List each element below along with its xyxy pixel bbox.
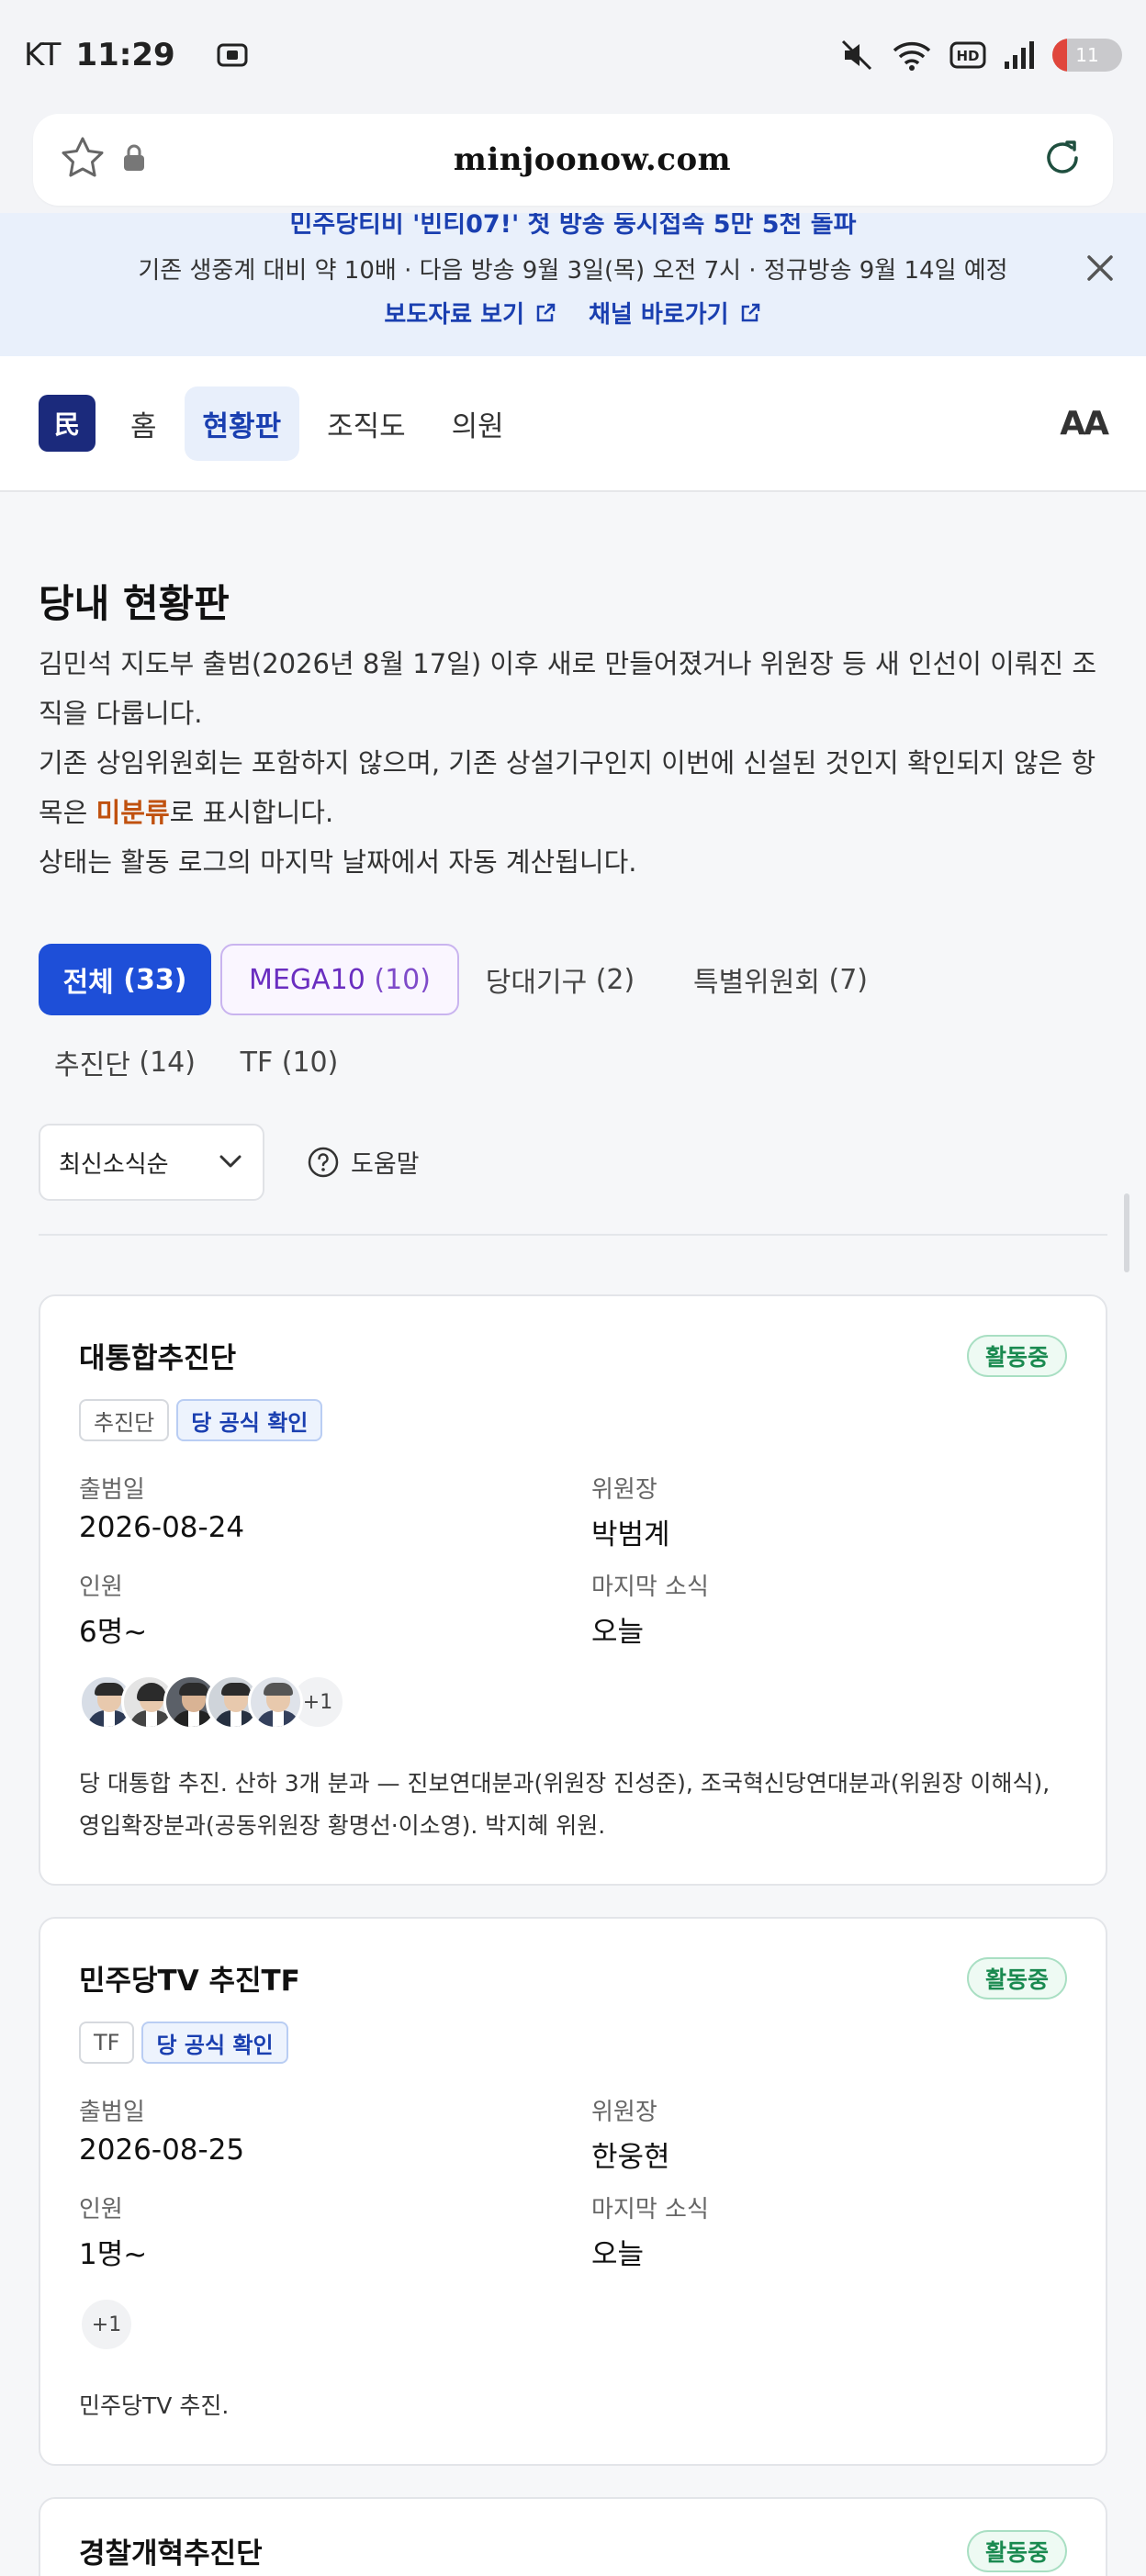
- member-avatars: +1: [79, 2297, 134, 2352]
- chair-value: 박범계: [591, 1518, 670, 1551]
- last-news-value: 오늘: [591, 1616, 645, 1649]
- carrier-label: KT: [24, 37, 62, 73]
- channel-label: 채널 바로가기: [589, 301, 729, 329]
- nav-org-chart[interactable]: 조직도: [309, 386, 424, 461]
- party-logo[interactable]: 民: [39, 395, 96, 452]
- page-title: 당내 현황판: [39, 581, 230, 626]
- sort-select[interactable]: 최신소식순: [39, 1124, 264, 1201]
- members-value: 6명~: [79, 1616, 148, 1649]
- sort-selected: 최신소식순: [59, 1150, 169, 1179]
- svg-text:HD: HD: [956, 48, 979, 64]
- wifi-icon: [891, 38, 933, 73]
- type-tag: 추진단: [79, 1399, 170, 1441]
- external-link-icon: [536, 303, 556, 321]
- browser-chrome: minjoonow.com: [0, 110, 1146, 213]
- help-label: 도움말: [351, 1150, 420, 1179]
- type-tag: TF: [79, 2022, 135, 2064]
- mute-icon: [839, 38, 874, 73]
- filter-tf[interactable]: TF (10): [220, 1026, 358, 1098]
- external-link-icon: [741, 303, 759, 321]
- avatar[interactable]: [248, 1674, 303, 1730]
- member-avatars: +1: [79, 1674, 345, 1730]
- org-card[interactable]: 경찰개혁추진단 활동중: [39, 2497, 1107, 2576]
- chair-value: 한웅현: [591, 2141, 670, 2174]
- last-news-label: 마지막 소식: [591, 1574, 709, 1601]
- battery-level: 11: [1075, 44, 1099, 66]
- announcement-banner: 민주당티비 '빈티07!' 첫 방송 동시접속 5만 5천 돌파 기존 생중계 …: [0, 213, 1146, 356]
- status-bar: KT 11:29 HD 11: [0, 0, 1146, 110]
- clock: 11:29: [75, 37, 175, 73]
- status-badge: 활동중: [966, 2530, 1067, 2572]
- screenshot-icon: [214, 37, 251, 73]
- scrollbar[interactable]: [1124, 1193, 1129, 1272]
- channel-link[interactable]: 채널 바로가기: [589, 296, 762, 330]
- help-button[interactable]: 도움말: [307, 1144, 420, 1180]
- help-circle-icon: [308, 1147, 339, 1177]
- signal-icon: [1003, 39, 1036, 71]
- banner-detail: 기존 생중계 대비 약 10배 · 다음 방송 9월 3일(목) 오전 7시 ·…: [138, 257, 1008, 285]
- desc-line-2: 기존 상임위원회는 포함하지 않으며, 기존 상설기구인지 이번에 신설된 것인…: [39, 747, 1096, 828]
- bookmark-star-icon[interactable]: [59, 134, 107, 185]
- org-card[interactable]: 대통합추진단 활동중 추진단 당 공식 확인 출범일 2026-08-24 위원…: [39, 1294, 1107, 1886]
- hd-icon: HD: [949, 40, 986, 70]
- page-description: 김민석 지도부 출범(2026년 8월 17일) 이후 새로 만들어졌거나 위원…: [39, 639, 1107, 887]
- address-bar[interactable]: minjoonow.com: [33, 114, 1113, 206]
- filter-mega10[interactable]: MEGA10 (10): [220, 944, 459, 1015]
- launch-date-value: 2026-08-25: [79, 2134, 245, 2167]
- press-release-label: 보도자료 보기: [384, 301, 524, 329]
- filter-all[interactable]: 전체 (33): [39, 944, 211, 1015]
- org-description: 당 대통합 추진. 산하 3개 분과 — 진보연대분과(위원장 진성준), 조국…: [79, 1770, 1050, 1839]
- reload-icon[interactable]: [1038, 133, 1087, 186]
- launch-date-value: 2026-08-24: [79, 1511, 245, 1544]
- more-members-count[interactable]: +1: [79, 2297, 134, 2352]
- members-label: 인원: [79, 1574, 123, 1601]
- desc-line-1: 김민석 지도부 출범(2026년 8월 17일) 이후 새로 만들어졌거나 위원…: [39, 648, 1097, 729]
- last-news-label: 마지막 소식: [591, 2196, 709, 2223]
- org-description: 민주당TV 추진.: [79, 2392, 230, 2419]
- unclassified-highlight: 미분류: [96, 797, 170, 828]
- org-card[interactable]: 민주당TV 추진TF 활동중 TF 당 공식 확인 출범일 2026-08-25…: [39, 1917, 1107, 2466]
- chair-label: 위원장: [591, 1476, 657, 1504]
- launch-date-label: 출범일: [79, 1476, 145, 1504]
- desc-line-3: 상태는 활동 로그의 마지막 날짜에서 자동 계산됩니다.: [39, 846, 637, 878]
- filter-promotion-group[interactable]: 추진단 (14): [39, 1026, 211, 1098]
- chevron-down-icon: [219, 1155, 242, 1168]
- status-badge: 활동중: [966, 1335, 1067, 1377]
- nav-home[interactable]: 홈: [112, 386, 175, 461]
- section-divider: [39, 1234, 1107, 1236]
- close-icon[interactable]: [1082, 250, 1118, 286]
- nav-members[interactable]: 의원: [433, 386, 522, 461]
- nav-dashboard[interactable]: 현황판: [184, 386, 300, 461]
- members-label: 인원: [79, 2196, 123, 2223]
- confirmed-tag: 당 공식 확인: [176, 1399, 323, 1441]
- confirmed-tag: 당 공식 확인: [141, 2022, 288, 2064]
- sort-row: 최신소식순 도움말: [39, 1124, 1107, 1203]
- filter-special-committee[interactable]: 특별위원회 (7): [661, 944, 900, 1015]
- url-text[interactable]: minjoonow.com: [147, 141, 1038, 178]
- last-news-value: 오늘: [591, 2238, 645, 2271]
- press-release-link[interactable]: 보도자료 보기: [384, 296, 557, 330]
- lock-icon: [121, 142, 147, 177]
- org-name: 경찰개혁추진단: [79, 2537, 263, 2570]
- org-name: 대통합추진단: [79, 1342, 237, 1375]
- org-name: 민주당TV 추진TF: [79, 1965, 300, 1998]
- filter-party-org[interactable]: 당대기구 (2): [468, 944, 652, 1015]
- chair-label: 위원장: [591, 2099, 657, 2126]
- members-value: 1명~: [79, 2238, 148, 2271]
- main-nav: 民 홈 현황판 조직도 의원 AA: [0, 356, 1146, 492]
- launch-date-label: 출범일: [79, 2099, 145, 2126]
- font-size-toggle[interactable]: AA: [1060, 405, 1109, 442]
- battery-icon: 11: [1052, 39, 1122, 72]
- status-badge: 활동중: [966, 1957, 1067, 1999]
- banner-headline: 민주당티비 '빈티07!' 첫 방송 동시접속 5만 5천 돌파: [289, 213, 857, 239]
